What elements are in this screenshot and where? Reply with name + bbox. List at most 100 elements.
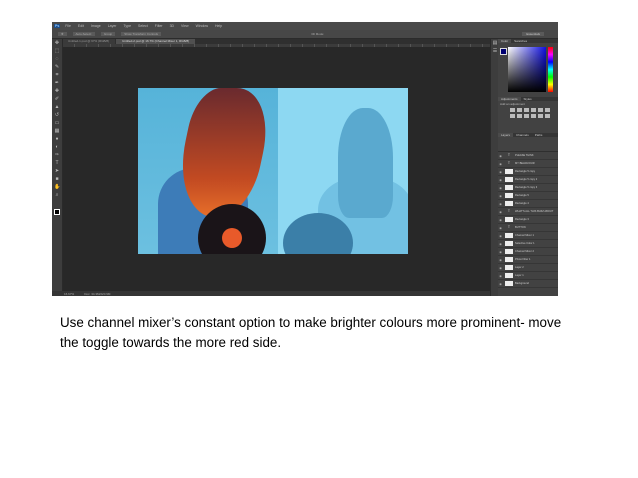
layer-row[interactable]: ◉ T PLEASE THINK (498, 152, 558, 160)
visibility-eye-icon[interactable]: ◉ (498, 162, 503, 166)
document-canvas[interactable] (138, 88, 408, 254)
tab-channels[interactable]: Channels (513, 133, 532, 137)
eyedropper-tool-icon[interactable]: ✒ (54, 80, 60, 86)
menu-edit[interactable]: Edit (78, 24, 84, 28)
levels-icon[interactable] (517, 108, 522, 112)
visibility-eye-icon[interactable]: ◉ (498, 170, 503, 174)
group-dropdown[interactable]: Group (100, 32, 116, 36)
color-lookup-icon[interactable] (538, 114, 543, 118)
layer-row[interactable]: ◉ Rectangle 3 (498, 216, 558, 224)
menu-layer[interactable]: Layer (108, 24, 117, 28)
layer-row[interactable]: ◉ Layer 2 (498, 264, 558, 272)
menu-view[interactable]: View (181, 24, 189, 28)
tab-layers[interactable]: Layers (498, 133, 514, 137)
menu-help[interactable]: Help (215, 24, 222, 28)
menu-image[interactable]: Image (91, 24, 101, 28)
menu-select[interactable]: Select (138, 24, 148, 28)
invert-icon[interactable] (545, 114, 550, 118)
hue-slider[interactable] (548, 47, 553, 92)
text-layer-icon: T (507, 225, 511, 229)
layer-row[interactable]: ◉ T BUTTON (498, 224, 558, 232)
quick-select-tool-icon[interactable]: ✎ (54, 64, 60, 70)
visibility-eye-icon[interactable]: ◉ (498, 202, 503, 206)
photo-adjusted (138, 88, 278, 254)
layer-row[interactable]: ◉ Channel Mixer 2 (498, 248, 558, 256)
layer-controls[interactable] (498, 137, 558, 152)
visibility-eye-icon[interactable]: ◉ (498, 218, 503, 222)
bw-icon[interactable] (517, 114, 522, 118)
visibility-eye-icon[interactable]: ◉ (498, 226, 503, 230)
pen-tool-icon[interactable]: ✑ (54, 152, 60, 158)
type-tool-icon[interactable]: T (54, 160, 60, 166)
stamp-tool-icon[interactable]: ▲ (54, 104, 60, 110)
visibility-eye-icon[interactable]: ◉ (498, 258, 503, 262)
layer-row[interactable]: ◉ Rectangle 5 copy 3 (498, 184, 558, 192)
path-select-icon[interactable]: ➤ (54, 168, 60, 174)
visibility-eye-icon[interactable]: ◉ (498, 178, 503, 182)
tab-paths[interactable]: Paths (532, 133, 546, 137)
channel-mixer-icon[interactable] (531, 114, 536, 118)
healing-tool-icon[interactable]: ✚ (54, 88, 60, 94)
marquee-tool-icon[interactable]: ⬚ (54, 48, 60, 54)
layer-row[interactable]: ◉ Layer 1 (498, 272, 558, 280)
vibrance-icon[interactable] (538, 108, 543, 112)
zoom-level[interactable]: 16.67% (64, 292, 74, 296)
history-brush-icon[interactable]: ↺ (54, 112, 60, 118)
menu-3d[interactable]: 3D (170, 24, 174, 28)
eraser-tool-icon[interactable]: ▭ (54, 120, 60, 126)
brightness-icon[interactable] (510, 108, 515, 112)
tab-styles[interactable]: Styles (521, 97, 535, 101)
menu-window[interactable]: Window (196, 24, 208, 28)
color-field[interactable] (508, 47, 546, 92)
layer-row[interactable]: ◉ Rectangle 4 (498, 200, 558, 208)
layer-row[interactable]: ◉ Channel Mixer 1 (498, 232, 558, 240)
crop-tool-icon[interactable]: ⌗ (54, 72, 60, 78)
layer-thumbnail (505, 169, 513, 174)
shape-tool-icon[interactable]: ■ (54, 176, 60, 182)
visibility-eye-icon[interactable]: ◉ (498, 154, 503, 158)
foreground-swatch[interactable] (500, 48, 507, 55)
photo-filter-icon[interactable] (524, 114, 529, 118)
layer-row[interactable]: ◉ Rectangle 5 copy (498, 168, 558, 176)
foreground-color-swatch[interactable] (54, 209, 60, 215)
photo-original-tinted (278, 88, 408, 254)
visibility-eye-icon[interactable]: ◉ (498, 266, 503, 270)
visibility-eye-icon[interactable]: ◉ (498, 282, 503, 286)
lasso-tool-icon[interactable]: ◌ (54, 56, 60, 62)
hand-tool-icon[interactable]: ✋ (54, 184, 60, 190)
layer-row[interactable]: ◉ T WHAT'S ALL THIS BUZZ ABOUT (498, 208, 558, 216)
curves-icon[interactable] (524, 108, 529, 112)
visibility-eye-icon[interactable]: ◉ (498, 250, 503, 254)
color-balance-icon[interactable] (510, 114, 515, 118)
canvas-area[interactable] (63, 47, 490, 291)
visibility-eye-icon[interactable]: ◉ (498, 234, 503, 238)
gradient-tool-icon[interactable]: ▦ (54, 128, 60, 134)
visibility-eye-icon[interactable]: ◉ (498, 210, 503, 214)
tab-adjustments[interactable]: Adjustments (498, 97, 521, 101)
layer-row[interactable]: ◉ Background (498, 280, 558, 288)
exposure-icon[interactable] (531, 108, 536, 112)
blur-tool-icon[interactable]: ● (54, 136, 60, 142)
auto-select-checkbox[interactable]: Auto-Select: (72, 32, 95, 36)
menu-file[interactable]: File (65, 24, 71, 28)
brush-tool-icon[interactable]: ✐ (54, 96, 60, 102)
tools-panel: ✥ ⬚ ◌ ✎ ⌗ ✒ ✚ ✐ ▲ ↺ ▭ ▦ ● ◐ ✑ T ➤ ■ ✋ ⌕ (52, 39, 63, 291)
move-tool-preset[interactable]: ✥ (58, 32, 67, 36)
visibility-eye-icon[interactable]: ◉ (498, 186, 503, 190)
visibility-eye-icon[interactable]: ◉ (498, 194, 503, 198)
hue-sat-icon[interactable] (545, 108, 550, 112)
workspace-dropdown[interactable]: Essentials (522, 31, 544, 36)
visibility-eye-icon[interactable]: ◉ (498, 242, 503, 246)
layer-row[interactable]: ◉ Rectangle 5 (498, 192, 558, 200)
menu-type[interactable]: Type (123, 24, 131, 28)
zoom-tool-icon[interactable]: ⌕ (54, 192, 60, 198)
show-transform-checkbox[interactable]: Show Transform Controls (121, 32, 162, 36)
layer-row[interactable]: ◉ Photo Filter 1 (498, 256, 558, 264)
dodge-tool-icon[interactable]: ◐ (54, 144, 60, 150)
layer-row[interactable]: ◉ Selective Color 1 (498, 240, 558, 248)
visibility-eye-icon[interactable]: ◉ (498, 274, 503, 278)
move-tool-icon[interactable]: ✥ (54, 40, 60, 46)
layer-row[interactable]: ◉ Rectangle 5 copy 2 (498, 176, 558, 184)
layer-row[interactable]: ◉ T MY BEHAVIOUR (498, 160, 558, 168)
menu-filter[interactable]: Filter (155, 24, 163, 28)
